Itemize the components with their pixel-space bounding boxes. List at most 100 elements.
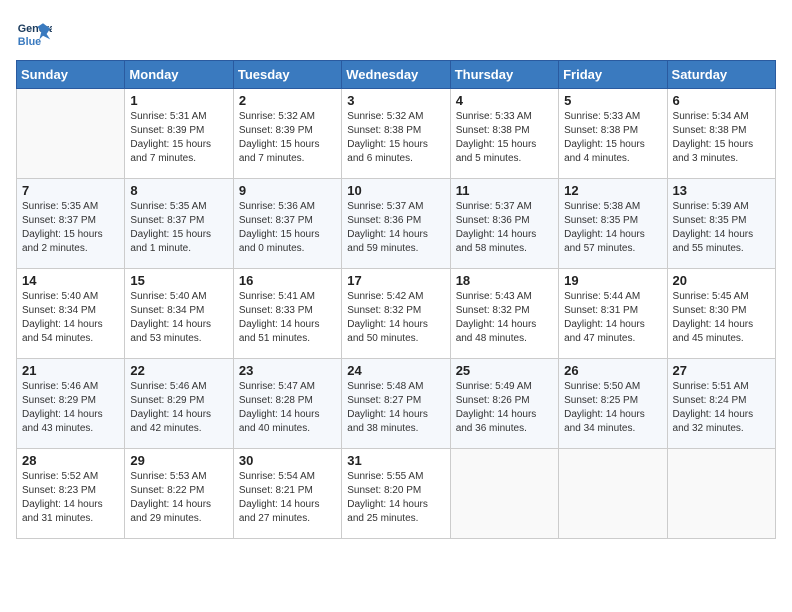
calendar-cell: 11 Sunrise: 5:37 AM Sunset: 8:36 PM Dayli… — [450, 179, 558, 269]
day-info: Sunrise: 5:41 AM Sunset: 8:33 PM Dayligh… — [239, 290, 336, 346]
day-info: Sunrise: 5:37 AM Sunset: 8:36 PM Dayligh… — [347, 200, 444, 256]
calendar-cell: 2 Sunrise: 5:32 AM Sunset: 8:39 PM Daylig… — [233, 89, 341, 179]
day-info: Sunrise: 5:32 AM Sunset: 8:38 PM Dayligh… — [347, 110, 444, 166]
calendar-cell: 22 Sunrise: 5:46 AM Sunset: 8:29 PM Dayli… — [125, 359, 233, 449]
day-info: Sunrise: 5:54 AM Sunset: 8:21 PM Dayligh… — [239, 470, 336, 526]
day-info: Sunrise: 5:52 AM Sunset: 8:23 PM Dayligh… — [22, 470, 119, 526]
header-wednesday: Wednesday — [342, 61, 450, 89]
week-row-3: 14 Sunrise: 5:40 AM Sunset: 8:34 PM Dayli… — [17, 269, 776, 359]
calendar-cell: 26Sunrise: 5:50 AM Sunset: 8:25 PM Dayli… — [559, 359, 667, 449]
calendar-cell: 1 Sunrise: 5:31 AM Sunset: 8:39 PM Daylig… — [125, 89, 233, 179]
day-number: 19 — [564, 273, 661, 288]
day-number: 27 — [673, 363, 770, 378]
day-info: Sunrise: 5:43 AM Sunset: 8:32 PM Dayligh… — [456, 290, 553, 346]
day-info: Sunrise: 5:48 AM Sunset: 8:27 PM Dayligh… — [347, 380, 444, 436]
day-info: Sunrise: 5:40 AM Sunset: 8:34 PM Dayligh… — [22, 290, 119, 346]
day-info: Sunrise: 5:38 AM Sunset: 8:35 PM Dayligh… — [564, 200, 661, 256]
day-number: 11 — [456, 183, 553, 198]
calendar-cell: 9 Sunrise: 5:36 AM Sunset: 8:37 PM Daylig… — [233, 179, 341, 269]
day-info: Sunrise: 5:31 AM Sunset: 8:39 PM Dayligh… — [130, 110, 227, 166]
day-number: 12 — [564, 183, 661, 198]
day-info: Sunrise: 5:39 AM Sunset: 8:35 PM Dayligh… — [673, 200, 770, 256]
calendar-cell: 21Sunrise: 5:46 AM Sunset: 8:29 PM Dayli… — [17, 359, 125, 449]
calendar-cell: 23 Sunrise: 5:47 AM Sunset: 8:28 PM Dayli… — [233, 359, 341, 449]
calendar-cell: 3 Sunrise: 5:32 AM Sunset: 8:38 PM Daylig… — [342, 89, 450, 179]
calendar-cell: 5 Sunrise: 5:33 AM Sunset: 8:38 PM Daylig… — [559, 89, 667, 179]
svg-text:Blue: Blue — [18, 36, 41, 48]
calendar-cell: 20 Sunrise: 5:45 AM Sunset: 8:30 PM Dayli… — [667, 269, 775, 359]
calendar-cell: 7Sunrise: 5:35 AM Sunset: 8:37 PM Daylig… — [17, 179, 125, 269]
day-number: 10 — [347, 183, 444, 198]
day-number: 2 — [239, 93, 336, 108]
header-thursday: Thursday — [450, 61, 558, 89]
calendar-cell: 28 Sunrise: 5:52 AM Sunset: 8:23 PM Dayli… — [17, 449, 125, 539]
header-monday: Monday — [125, 61, 233, 89]
calendar-cell: 19 Sunrise: 5:44 AM Sunset: 8:31 PM Dayli… — [559, 269, 667, 359]
day-number: 14 — [22, 273, 119, 288]
day-number: 22 — [130, 363, 227, 378]
calendar-cell: 29 Sunrise: 5:53 AM Sunset: 8:22 PM Dayli… — [125, 449, 233, 539]
logo-icon: General Blue — [16, 16, 52, 52]
page-header: General Blue — [16, 16, 776, 52]
calendar-cell: 14 Sunrise: 5:40 AM Sunset: 8:34 PM Dayli… — [17, 269, 125, 359]
calendar-cell: 4 Sunrise: 5:33 AM Sunset: 8:38 PM Daylig… — [450, 89, 558, 179]
week-row-5: 28 Sunrise: 5:52 AM Sunset: 8:23 PM Dayli… — [17, 449, 776, 539]
day-number: 9 — [239, 183, 336, 198]
day-info: Sunrise: 5:36 AM Sunset: 8:37 PM Dayligh… — [239, 200, 336, 256]
day-number: 1 — [130, 93, 227, 108]
calendar-table: SundayMondayTuesdayWednesdayThursdayFrid… — [16, 60, 776, 539]
calendar-cell: 18 Sunrise: 5:43 AM Sunset: 8:32 PM Dayli… — [450, 269, 558, 359]
day-number: 29 — [130, 453, 227, 468]
day-info: Sunrise: 5:34 AM Sunset: 8:38 PM Dayligh… — [673, 110, 770, 166]
calendar-cell — [559, 449, 667, 539]
header-saturday: Saturday — [667, 61, 775, 89]
header-tuesday: Tuesday — [233, 61, 341, 89]
day-number: 23 — [239, 363, 336, 378]
calendar-cell: 6 Sunrise: 5:34 AM Sunset: 8:38 PM Daylig… — [667, 89, 775, 179]
day-number: 30 — [239, 453, 336, 468]
day-info: Sunrise: 5:46 AM Sunset: 8:29 PM Dayligh… — [130, 380, 227, 436]
day-number: 28 — [22, 453, 119, 468]
day-number: 6 — [673, 93, 770, 108]
week-row-4: 21Sunrise: 5:46 AM Sunset: 8:29 PM Dayli… — [17, 359, 776, 449]
week-row-1: 1 Sunrise: 5:31 AM Sunset: 8:39 PM Daylig… — [17, 89, 776, 179]
day-number: 26 — [564, 363, 661, 378]
calendar-header-row: SundayMondayTuesdayWednesdayThursdayFrid… — [17, 61, 776, 89]
day-info: Sunrise: 5:35 AM Sunset: 8:37 PM Dayligh… — [130, 200, 227, 256]
calendar-cell — [667, 449, 775, 539]
week-row-2: 7Sunrise: 5:35 AM Sunset: 8:37 PM Daylig… — [17, 179, 776, 269]
calendar-cell: 13 Sunrise: 5:39 AM Sunset: 8:35 PM Dayli… — [667, 179, 775, 269]
day-info: Sunrise: 5:33 AM Sunset: 8:38 PM Dayligh… — [564, 110, 661, 166]
calendar-cell — [450, 449, 558, 539]
calendar-cell: 27 Sunrise: 5:51 AM Sunset: 8:24 PM Dayli… — [667, 359, 775, 449]
day-info: Sunrise: 5:47 AM Sunset: 8:28 PM Dayligh… — [239, 380, 336, 436]
day-info: Sunrise: 5:33 AM Sunset: 8:38 PM Dayligh… — [456, 110, 553, 166]
day-number: 15 — [130, 273, 227, 288]
day-info: Sunrise: 5:42 AM Sunset: 8:32 PM Dayligh… — [347, 290, 444, 346]
day-info: Sunrise: 5:45 AM Sunset: 8:30 PM Dayligh… — [673, 290, 770, 346]
day-info: Sunrise: 5:51 AM Sunset: 8:24 PM Dayligh… — [673, 380, 770, 436]
day-number: 18 — [456, 273, 553, 288]
day-number: 13 — [673, 183, 770, 198]
day-number: 31 — [347, 453, 444, 468]
calendar-cell: 25Sunrise: 5:49 AM Sunset: 8:26 PM Dayli… — [450, 359, 558, 449]
day-number: 5 — [564, 93, 661, 108]
day-number: 3 — [347, 93, 444, 108]
day-number: 16 — [239, 273, 336, 288]
day-info: Sunrise: 5:55 AM Sunset: 8:20 PM Dayligh… — [347, 470, 444, 526]
day-info: Sunrise: 5:44 AM Sunset: 8:31 PM Dayligh… — [564, 290, 661, 346]
day-info: Sunrise: 5:35 AM Sunset: 8:37 PM Dayligh… — [22, 200, 119, 256]
day-number: 25 — [456, 363, 553, 378]
day-info: Sunrise: 5:37 AM Sunset: 8:36 PM Dayligh… — [456, 200, 553, 256]
calendar-cell: 15Sunrise: 5:40 AM Sunset: 8:34 PM Dayli… — [125, 269, 233, 359]
calendar-cell: 8Sunrise: 5:35 AM Sunset: 8:37 PM Daylig… — [125, 179, 233, 269]
header-sunday: Sunday — [17, 61, 125, 89]
day-info: Sunrise: 5:53 AM Sunset: 8:22 PM Dayligh… — [130, 470, 227, 526]
calendar-cell: 10 Sunrise: 5:37 AM Sunset: 8:36 PM Dayli… — [342, 179, 450, 269]
day-number: 4 — [456, 93, 553, 108]
day-number: 20 — [673, 273, 770, 288]
logo: General Blue — [16, 16, 56, 52]
calendar-cell — [17, 89, 125, 179]
day-number: 17 — [347, 273, 444, 288]
day-info: Sunrise: 5:32 AM Sunset: 8:39 PM Dayligh… — [239, 110, 336, 166]
